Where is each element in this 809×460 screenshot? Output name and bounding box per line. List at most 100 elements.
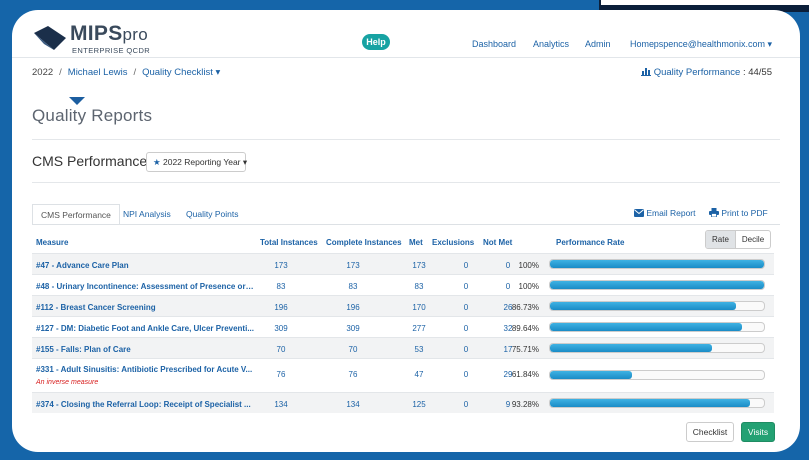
- star-icon: ★: [153, 157, 161, 167]
- nav-dashboard[interactable]: Dashboard: [472, 39, 516, 49]
- tab-divider: [32, 224, 780, 225]
- chevron-down-icon: ▾: [767, 39, 772, 49]
- total-instances-cell: 309: [274, 324, 288, 333]
- complete-instances-cell: 134: [346, 400, 360, 409]
- performance-rate-bar: [549, 259, 765, 269]
- met-cell: 170: [412, 303, 426, 312]
- user-menu[interactable]: pspence@healthmonix.com ▾: [654, 39, 772, 50]
- tab-npi-analysis[interactable]: NPI Analysis: [123, 204, 171, 225]
- performance-rate-value: 100%: [518, 282, 539, 291]
- total-instances-cell: 173: [274, 261, 288, 270]
- breadcrumb-separator: /: [133, 67, 137, 78]
- print-to-pdf-link[interactable]: Print to PDF: [709, 208, 768, 218]
- measure-link[interactable]: #127 - DM: Diabetic Foot and Ankle Care,…: [36, 324, 254, 333]
- decile-toggle-button[interactable]: Decile: [736, 231, 770, 248]
- table-row: #47 - Advance Care Plan 173 173 173 0 0 100%: [32, 253, 774, 274]
- table-row: #112 - Breast Cancer Screening 196 196 170 0…: [32, 295, 774, 316]
- met-cell: 173: [412, 261, 426, 270]
- breadcrumb: 2022 / Michael Lewis / Quality Checklist ▾: [32, 67, 220, 78]
- checklist-button[interactable]: Checklist: [686, 422, 734, 442]
- total-instances-cell: 83: [276, 282, 286, 291]
- performance-rate-bar-fill: [550, 302, 736, 310]
- performance-rate-bar-fill: [550, 371, 632, 379]
- performance-rate-bar-fill: [550, 344, 713, 352]
- column-header-complete-instances[interactable]: Complete Instances: [326, 238, 402, 247]
- performance-rate-value: 61.84%: [511, 370, 539, 379]
- email-report-link[interactable]: Email Report: [634, 208, 696, 218]
- complete-instances-cell: 173: [346, 261, 360, 270]
- rate-decile-toggle: Rate Decile: [705, 230, 772, 249]
- measure-link[interactable]: #112 - Breast Cancer Screening: [36, 303, 254, 312]
- total-instances-cell: 134: [274, 400, 288, 409]
- help-button[interactable]: Help: [362, 34, 390, 50]
- background-light-strip: [601, 0, 809, 5]
- met-cell: 53: [414, 345, 424, 354]
- page-title: Quality Reports: [32, 106, 153, 125]
- chevron-down-icon: ▾: [215, 67, 221, 78]
- visits-button[interactable]: Visits: [741, 422, 775, 442]
- top-header: MIPSpro ENTERPRISE QCDR Help Dashboard A…: [12, 10, 800, 58]
- exclusions-cell: 0: [463, 370, 469, 379]
- reporting-year-label: 2022 Reporting Year: [163, 157, 241, 167]
- printer-icon: [709, 208, 719, 218]
- column-header-performance-rate[interactable]: Performance Rate: [556, 238, 624, 247]
- quality-performance-separator: :: [742, 67, 746, 78]
- user-email: pspence@healthmonix.com: [653, 39, 765, 49]
- quality-performance-link[interactable]: Quality Performance : 44/55: [641, 67, 772, 78]
- total-instances-cell: 70: [276, 345, 286, 354]
- met-cell: 47: [414, 370, 424, 379]
- nav-analytics[interactable]: Analytics: [533, 39, 569, 49]
- exclusions-cell: 0: [463, 303, 469, 312]
- column-header-exclusions[interactable]: Exclusions: [432, 238, 474, 247]
- column-header-measure[interactable]: Measure: [36, 238, 68, 247]
- performance-rate-bar: [549, 370, 765, 380]
- logo-wordmark: MIPSpro: [70, 22, 149, 45]
- tab-quality-points[interactable]: Quality Points: [186, 204, 238, 225]
- quality-performance-score: 44/55: [748, 67, 772, 78]
- performance-rate-bar-fill: [550, 281, 764, 289]
- exclusions-cell: 0: [463, 400, 469, 409]
- complete-instances-cell: 309: [346, 324, 360, 333]
- measure-link[interactable]: #47 - Advance Care Plan: [36, 261, 254, 270]
- measure-link[interactable]: #374 - Closing the Referral Loop: Receip…: [36, 400, 254, 409]
- chevron-down-icon: ▾: [242, 157, 248, 167]
- performance-rate-bar: [549, 343, 765, 353]
- app-window: MIPSpro ENTERPRISE QCDR Help Dashboard A…: [12, 10, 800, 452]
- breadcrumb-year[interactable]: 2022: [32, 67, 53, 78]
- bar-chart-icon: [641, 68, 652, 76]
- breadcrumb-provider[interactable]: Michael Lewis: [68, 67, 128, 78]
- reporting-year-dropdown[interactable]: ★ 2022 Reporting Year ▾: [146, 152, 248, 172]
- logo-mark-icon: [34, 26, 66, 50]
- divider: [32, 182, 780, 183]
- performance-rate-bar: [549, 280, 765, 290]
- performance-rate-bar: [549, 322, 765, 332]
- total-instances-cell: 76: [276, 370, 286, 379]
- measure-link[interactable]: #155 - Falls: Plan of Care: [36, 345, 254, 354]
- performance-rate-bar: [549, 398, 765, 408]
- breadcrumb-page-dropdown[interactable]: Quality Checklist ▾: [142, 67, 220, 78]
- performance-rate-value: 100%: [518, 261, 539, 270]
- nav-home[interactable]: Home: [630, 39, 654, 49]
- performance-rate-bar-fill: [550, 260, 764, 268]
- section-title: CMS Performance: [32, 153, 148, 169]
- section-marker-icon: [69, 97, 85, 105]
- exclusions-cell: 0: [463, 261, 469, 270]
- table-row: #155 - Falls: Plan of Care 70 70 53 0 17 75.71…: [32, 337, 774, 358]
- complete-instances-cell: 83: [348, 282, 358, 291]
- exclusions-cell: 0: [463, 345, 469, 354]
- tab-cms-performance[interactable]: CMS Performance: [32, 204, 120, 225]
- inverse-measure-note: An inverse measure: [36, 379, 99, 386]
- column-header-met[interactable]: Met: [409, 238, 423, 247]
- measure-link[interactable]: #331 - Adult Sinusitis: Antibiotic Presc…: [36, 365, 254, 374]
- measure-link[interactable]: #48 - Urinary Incontinence: Assessment o…: [36, 282, 254, 291]
- total-instances-cell: 196: [274, 303, 288, 312]
- met-cell: 125: [412, 400, 426, 409]
- rate-toggle-button[interactable]: Rate: [706, 231, 736, 248]
- complete-instances-cell: 76: [348, 370, 358, 379]
- performance-rate-bar-fill: [550, 323, 742, 331]
- exclusions-cell: 0: [463, 324, 469, 333]
- column-header-total-instances[interactable]: Total Instances: [260, 238, 318, 247]
- column-header-not-met[interactable]: Not Met: [483, 238, 512, 247]
- performance-rate-bar-fill: [550, 399, 750, 407]
- nav-admin[interactable]: Admin: [585, 39, 611, 49]
